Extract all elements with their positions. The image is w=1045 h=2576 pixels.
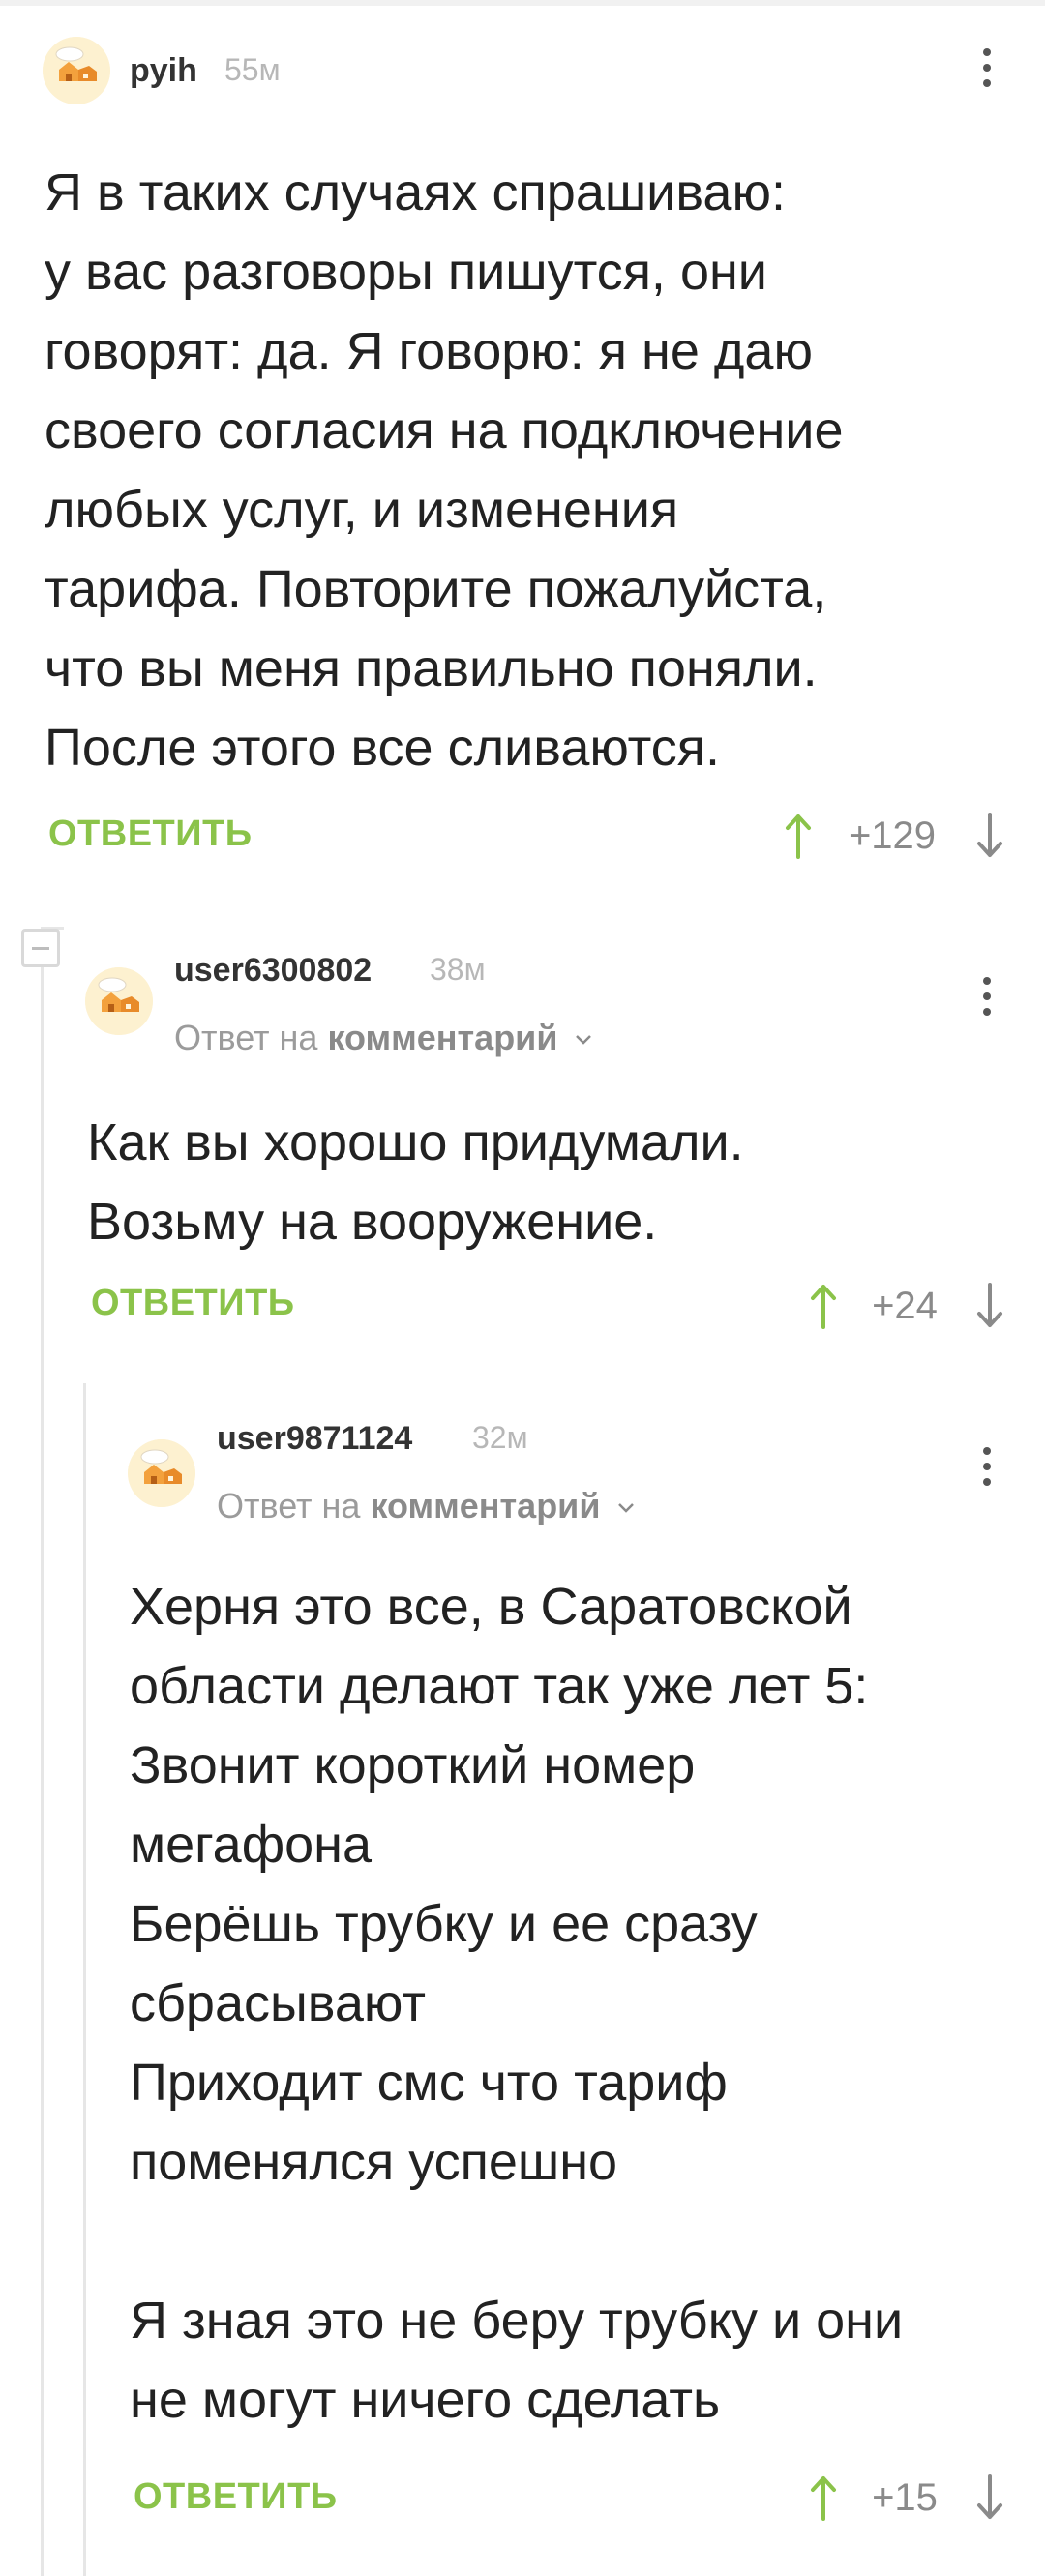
comment-3: user9871124 32м Ответ на комментарий Хер… <box>0 0 1045 2576</box>
chevron-down-icon[interactable] <box>617 1502 635 1514</box>
rating: +15 <box>872 2476 938 2519</box>
reply-to-link[interactable]: комментарий <box>370 1486 600 1525</box>
arrow-down-icon[interactable] <box>975 2474 1004 2521</box>
reply-button[interactable]: ОТВЕТИТЬ <box>134 2476 338 2518</box>
timestamp: 32м <box>472 1420 528 1455</box>
comment-text: Херня это все, в Саратовской области дел… <box>130 1578 904 2429</box>
reply-to-prefix: Ответ на <box>217 1486 361 1525</box>
more-vertical-icon[interactable] <box>977 1443 997 1492</box>
default-avatar-icon[interactable] <box>128 1439 195 1507</box>
arrow-up-icon[interactable] <box>809 2474 838 2521</box>
username[interactable]: user9871124 <box>217 1420 412 1458</box>
reply-to[interactable]: Ответ на комментарий <box>217 1486 635 1526</box>
